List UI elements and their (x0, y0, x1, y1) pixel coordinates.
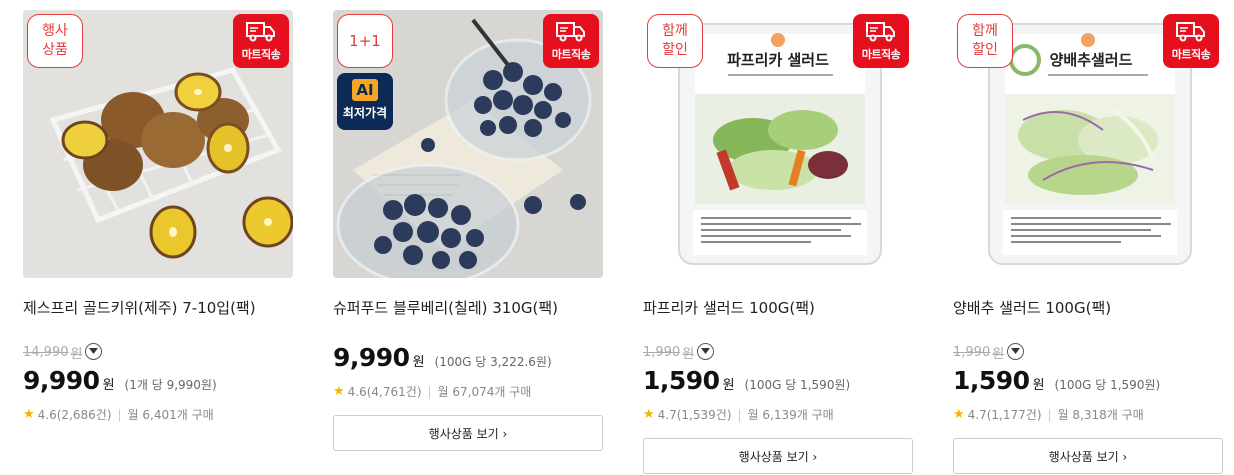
product-title[interactable]: 제스프리 골드키위(제주) 7-10입(팩) (23, 297, 293, 318)
divider: | (1047, 407, 1052, 422)
sale-price: 9,990 (333, 343, 410, 372)
price-currency: 원 (412, 355, 425, 370)
rating-row: ★ 4.7(1,177건) | 월 8,318개 구매 (953, 406, 1144, 423)
original-price: 1,990 원 (953, 343, 1004, 362)
product-image[interactable]: 양배추샐러드 함께 할인 마트직송 (953, 10, 1223, 278)
original-price-value: 1,990 (643, 345, 681, 360)
rating-row: ★ 4.7(1,539건) | 월 6,139개 구매 (643, 406, 834, 423)
unit-price: (100G 당 1,590원) (744, 378, 851, 392)
view-promo-products-button[interactable]: 행사상품 보기 › (333, 415, 603, 451)
divider: | (427, 384, 432, 399)
one-plus-one-badge: 1+1 (337, 14, 393, 68)
product-card[interactable]: 행사 상품 마트직송 제스프리 골드키위(제주) 7-10입(팩) 14,990… (23, 0, 293, 475)
star-icon: ★ (643, 407, 655, 422)
mart-delivery-badge: 마트직송 (543, 14, 599, 68)
ai-lowest-price-badge: AI 최저가격 (337, 73, 393, 130)
original-price: 14,990 원 (23, 343, 82, 362)
product-image[interactable]: 파프리카 샐러드 함께 할인 마트직송 (643, 10, 913, 278)
price-row: 1,590 원 (100G 당 1,590원) (953, 366, 1160, 395)
divider: | (737, 407, 742, 422)
rating-text: 4.6(4,761건) (347, 385, 422, 399)
mart-delivery-label: 마트직송 (861, 48, 901, 61)
rating-text: 4.7(1,539건) (657, 408, 732, 422)
view-promo-products-button[interactable]: 행사상품 보기 › (953, 438, 1223, 474)
rating-row: ★ 4.6(2,686건) | 월 6,401개 구매 (23, 406, 214, 423)
product-grid: 행사 상품 마트직송 제스프리 골드키위(제주) 7-10입(팩) 14,990… (0, 0, 1234, 475)
product-card[interactable]: 파프리카 샐러드 함께 할인 마트직송 파프리카 샐러드 100G(팩) 1,9… (643, 0, 913, 475)
promo-badge: 행사 상품 (27, 14, 83, 68)
sale-price: 1,590 (643, 366, 720, 395)
price-row: 9,990 원 (100G 당 3,222.6원) (333, 343, 552, 372)
monthly-purchases: 월 6,401개 구매 (127, 408, 214, 422)
price-detail-toggle[interactable] (697, 343, 714, 360)
mart-delivery-label: 마트직송 (1171, 48, 1211, 61)
product-card[interactable]: 1+1 AI 최저가격 마트직송 슈퍼푸드 블루베리(칠레) 310G(팩) 9… (333, 0, 603, 475)
chevron-down-icon (1011, 348, 1020, 354)
truck-icon (246, 22, 275, 42)
unit-price: (100G 당 3,222.6원) (434, 355, 552, 369)
original-price-currency: 원 (682, 347, 695, 362)
rating-row: ★ 4.6(4,761건) | 월 67,074개 구매 (333, 383, 531, 400)
truck-icon (1176, 22, 1205, 42)
price-currency: 원 (1032, 378, 1045, 393)
unit-price: (100G 당 1,590원) (1054, 378, 1161, 392)
price-detail-toggle[interactable] (85, 343, 102, 360)
star-icon: ★ (953, 407, 965, 422)
original-price-currency: 원 (70, 347, 83, 362)
rating-text: 4.7(1,177건) (967, 408, 1042, 422)
product-title[interactable]: 파프리카 샐러드 100G(팩) (643, 297, 913, 318)
original-price-value: 14,990 (23, 345, 69, 360)
mart-delivery-label: 마트직송 (241, 48, 281, 61)
ai-label: AI (352, 79, 378, 101)
unit-price: (1개 당 9,990원) (124, 378, 217, 392)
product-card[interactable]: 양배추샐러드 함께 할인 마트직송 양배추 샐러드 100G(팩) 1,990 원 (953, 0, 1223, 475)
view-promo-products-button[interactable]: 행사상품 보기 › (643, 438, 913, 474)
truck-icon (866, 22, 895, 42)
mart-delivery-badge: 마트직송 (853, 14, 909, 68)
price-row: 9,990 원 (1개 당 9,990원) (23, 366, 217, 395)
mart-delivery-label: 마트직송 (551, 48, 591, 61)
star-icon: ★ (23, 407, 35, 422)
chevron-down-icon (89, 348, 98, 354)
monthly-purchases: 월 67,074개 구매 (437, 385, 532, 399)
chevron-down-icon (701, 348, 710, 354)
package-label: 파프리카 샐러드 (727, 51, 829, 69)
ai-lowest-price-label: 최저가격 (342, 106, 388, 120)
bundle-discount-badge: 함께 할인 (647, 14, 703, 68)
mart-delivery-badge: 마트직송 (233, 14, 289, 68)
price-detail-toggle[interactable] (1007, 343, 1024, 360)
monthly-purchases: 월 6,139개 구매 (747, 408, 834, 422)
price-currency: 원 (722, 378, 735, 393)
mart-delivery-badge: 마트직송 (1163, 14, 1219, 68)
package-label: 양배추샐러드 (1050, 51, 1133, 69)
rating-text: 4.6(2,686건) (37, 408, 112, 422)
original-price-value: 1,990 (953, 345, 991, 360)
star-icon: ★ (333, 384, 345, 399)
monthly-purchases: 월 8,318개 구매 (1057, 408, 1144, 422)
sale-price: 1,590 (953, 366, 1030, 395)
original-price-currency: 원 (992, 347, 1005, 362)
divider: | (117, 407, 122, 422)
original-price: 1,990 원 (643, 343, 694, 362)
product-title[interactable]: 슈퍼푸드 블루베리(칠레) 310G(팩) (333, 297, 603, 318)
price-currency: 원 (102, 378, 115, 393)
product-image[interactable]: 행사 상품 마트직송 (23, 10, 293, 278)
truck-icon (556, 22, 585, 42)
price-row: 1,590 원 (100G 당 1,590원) (643, 366, 850, 395)
product-title[interactable]: 양배추 샐러드 100G(팩) (953, 297, 1223, 318)
bundle-discount-badge: 함께 할인 (957, 14, 1013, 68)
product-image[interactable]: 1+1 AI 최저가격 마트직송 (333, 10, 603, 278)
sale-price: 9,990 (23, 366, 100, 395)
